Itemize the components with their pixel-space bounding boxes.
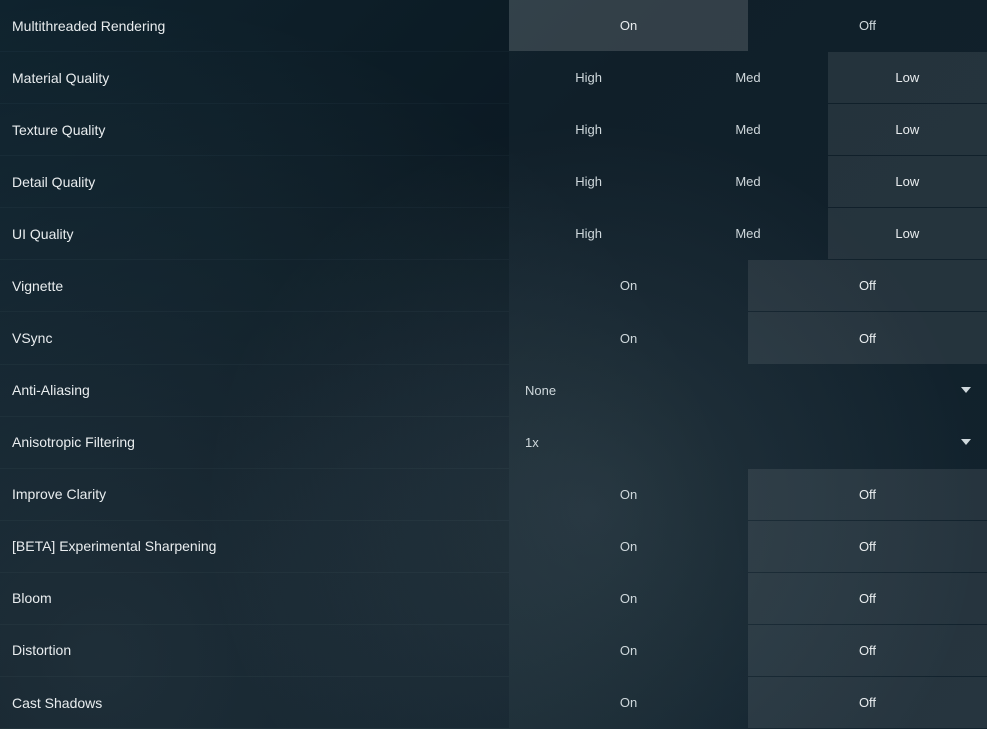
setting-options-texture-quality: HighMedLow: [509, 104, 987, 155]
bloom-option-off[interactable]: Off: [748, 573, 987, 624]
setting-options-beta-experimental-sharpening: OnOff: [509, 521, 987, 572]
setting-options-bloom: OnOff: [509, 573, 987, 624]
setting-label-vsync: VSync: [0, 312, 509, 363]
multithreaded-rendering-option-on[interactable]: On: [509, 0, 748, 51]
anisotropic-filtering-dropdown-value: 1x: [525, 435, 539, 450]
setting-label-material-quality: Material Quality: [0, 52, 509, 103]
setting-label-ui-quality: UI Quality: [0, 208, 509, 259]
detail-quality-option-low[interactable]: Low: [828, 156, 987, 207]
anti-aliasing-dropdown-value: None: [525, 383, 556, 398]
setting-options-distortion: OnOff: [509, 625, 987, 676]
ui-quality-option-med[interactable]: Med: [668, 208, 827, 259]
setting-label-multithreaded-rendering: Multithreaded Rendering: [0, 0, 509, 51]
material-quality-option-high[interactable]: High: [509, 52, 668, 103]
vsync-option-off[interactable]: Off: [748, 312, 987, 363]
beta-experimental-sharpening-option-off[interactable]: Off: [748, 521, 987, 572]
setting-options-detail-quality: HighMedLow: [509, 156, 987, 207]
setting-row-ui-quality: UI QualityHighMedLow: [0, 208, 987, 260]
setting-label-distortion: Distortion: [0, 625, 509, 676]
ui-quality-option-low[interactable]: Low: [828, 208, 987, 259]
setting-row-improve-clarity: Improve ClarityOnOff: [0, 469, 987, 521]
setting-row-beta-experimental-sharpening: [BETA] Experimental SharpeningOnOff: [0, 521, 987, 573]
material-quality-option-low[interactable]: Low: [828, 52, 987, 103]
setting-row-multithreaded-rendering: Multithreaded RenderingOnOff: [0, 0, 987, 52]
improve-clarity-option-off[interactable]: Off: [748, 469, 987, 520]
texture-quality-option-med[interactable]: Med: [668, 104, 827, 155]
setting-options-vsync: OnOff: [509, 312, 987, 363]
cast-shadows-option-off[interactable]: Off: [748, 677, 987, 728]
setting-row-bloom: BloomOnOff: [0, 573, 987, 625]
setting-label-cast-shadows: Cast Shadows: [0, 677, 509, 728]
vsync-option-on[interactable]: On: [509, 312, 748, 363]
setting-label-improve-clarity: Improve Clarity: [0, 469, 509, 520]
setting-label-detail-quality: Detail Quality: [0, 156, 509, 207]
setting-label-beta-experimental-sharpening: [BETA] Experimental Sharpening: [0, 521, 509, 572]
vignette-option-on[interactable]: On: [509, 260, 748, 311]
beta-experimental-sharpening-option-on[interactable]: On: [509, 521, 748, 572]
distortion-option-off[interactable]: Off: [748, 625, 987, 676]
material-quality-option-med[interactable]: Med: [668, 52, 827, 103]
detail-quality-option-high[interactable]: High: [509, 156, 668, 207]
setting-label-anisotropic-filtering: Anisotropic Filtering: [0, 417, 509, 468]
setting-options-anisotropic-filtering: 1x: [509, 417, 987, 468]
setting-row-texture-quality: Texture QualityHighMedLow: [0, 104, 987, 156]
setting-options-material-quality: HighMedLow: [509, 52, 987, 103]
setting-row-anti-aliasing: Anti-Aliasing None: [0, 365, 987, 417]
setting-options-ui-quality: HighMedLow: [509, 208, 987, 259]
setting-label-anti-aliasing: Anti-Aliasing: [0, 365, 509, 416]
setting-options-improve-clarity: OnOff: [509, 469, 987, 520]
setting-row-detail-quality: Detail QualityHighMedLow: [0, 156, 987, 208]
caret-down-icon: [961, 439, 971, 445]
setting-label-vignette: Vignette: [0, 260, 509, 311]
setting-row-distortion: DistortionOnOff: [0, 625, 987, 677]
texture-quality-option-low[interactable]: Low: [828, 104, 987, 155]
setting-row-vignette: VignetteOnOff: [0, 260, 987, 312]
setting-options-multithreaded-rendering: OnOff: [509, 0, 987, 51]
setting-row-material-quality: Material QualityHighMedLow: [0, 52, 987, 104]
setting-options-anti-aliasing: None: [509, 365, 987, 416]
setting-row-cast-shadows: Cast ShadowsOnOff: [0, 677, 987, 729]
distortion-option-on[interactable]: On: [509, 625, 748, 676]
vignette-option-off[interactable]: Off: [748, 260, 987, 311]
improve-clarity-option-on[interactable]: On: [509, 469, 748, 520]
anisotropic-filtering-dropdown[interactable]: 1x: [509, 417, 987, 468]
ui-quality-option-high[interactable]: High: [509, 208, 668, 259]
setting-label-bloom: Bloom: [0, 573, 509, 624]
detail-quality-option-med[interactable]: Med: [668, 156, 827, 207]
multithreaded-rendering-option-off[interactable]: Off: [748, 0, 987, 51]
texture-quality-option-high[interactable]: High: [509, 104, 668, 155]
caret-down-icon: [961, 387, 971, 393]
cast-shadows-option-on[interactable]: On: [509, 677, 748, 728]
graphics-settings-panel: Multithreaded RenderingOnOffMaterial Qua…: [0, 0, 987, 729]
setting-row-anisotropic-filtering: Anisotropic Filtering 1x: [0, 417, 987, 469]
bloom-option-on[interactable]: On: [509, 573, 748, 624]
setting-label-texture-quality: Texture Quality: [0, 104, 509, 155]
anti-aliasing-dropdown[interactable]: None: [509, 365, 987, 416]
setting-row-vsync: VSyncOnOff: [0, 312, 987, 364]
setting-options-cast-shadows: OnOff: [509, 677, 987, 728]
setting-options-vignette: OnOff: [509, 260, 987, 311]
